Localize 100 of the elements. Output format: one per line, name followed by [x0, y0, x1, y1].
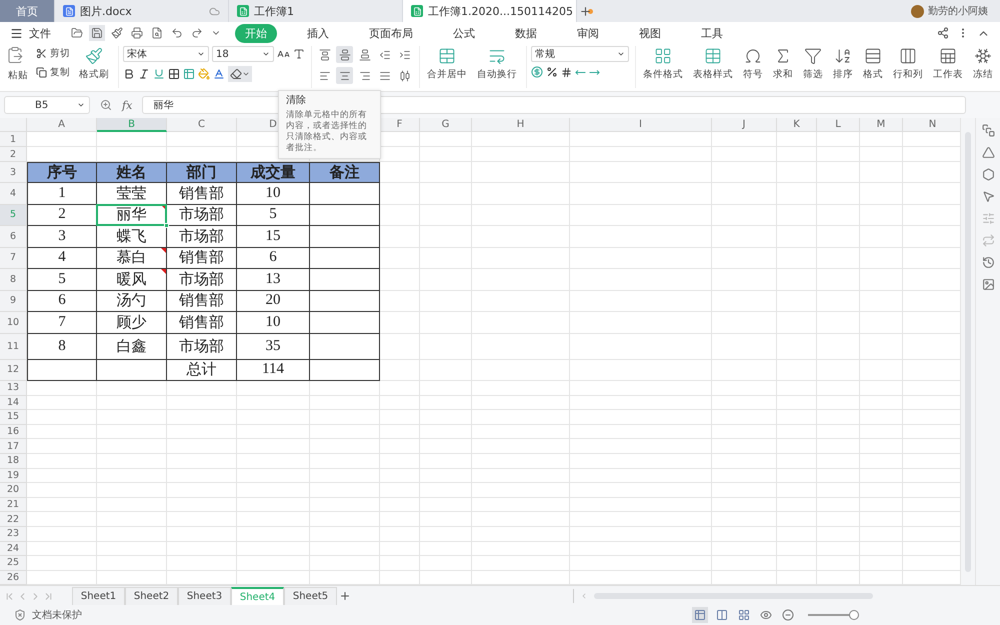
row-header[interactable]: 1 [0, 132, 27, 147]
row-header[interactable]: 25 [0, 556, 27, 571]
number-format-field[interactable]: 常规 [531, 46, 629, 62]
column-header[interactable]: M [860, 118, 903, 132]
ribbon-tab[interactable]: 公式 [443, 24, 485, 42]
table-cell: 5 [27, 269, 97, 290]
cut-button[interactable]: 剪切 [34, 46, 72, 61]
sheet-tab[interactable]: Sheet4 [231, 587, 284, 605]
table-cell: 暖风 [97, 269, 167, 290]
ribbon-tool-button[interactable]: 表格样式 [690, 46, 736, 82]
tooltip-title: 清除 [286, 95, 307, 107]
header-cell: 部门 [167, 162, 237, 183]
header-cell: 姓名 [97, 162, 167, 183]
ribbon-tab[interactable]: 开始 [235, 24, 277, 42]
ribbon-tool-button[interactable]: 符号 [740, 46, 766, 82]
column-header[interactable]: N [903, 118, 960, 132]
table-cell: 市场部 [167, 269, 237, 290]
ribbon-tab[interactable]: 工具 [691, 24, 733, 42]
document-tab[interactable]: 首页 [0, 0, 55, 22]
table-cell: 35 [237, 334, 310, 360]
table-cell: 10 [237, 312, 310, 334]
table-cell: 市场部 [167, 204, 237, 226]
row-header[interactable]: 18 [0, 454, 27, 469]
column-header[interactable]: I [570, 118, 712, 132]
ribbon-tool-button[interactable]: 筛选 [800, 46, 826, 82]
row-header[interactable]: 2 [0, 147, 27, 162]
row-header[interactable]: 5 [0, 204, 27, 226]
user-name[interactable]: 勤劳的小阿姨 [928, 4, 988, 18]
table-cell: 销售部 [167, 183, 237, 204]
paste-button[interactable]: 粘贴 [6, 68, 30, 83]
column-header[interactable]: F [380, 118, 420, 132]
row-header[interactable]: 15 [0, 410, 27, 425]
table-cell: 1 [27, 183, 97, 204]
row-header[interactable]: 13 [0, 381, 27, 396]
row-header[interactable]: 20 [0, 483, 27, 498]
protection-status: 文档未保护 [32, 608, 82, 622]
row-header[interactable]: 12 [0, 360, 27, 381]
table-cell: 市场部 [167, 226, 237, 248]
ribbon-tool-button[interactable]: 格式 [860, 46, 886, 82]
row-header[interactable]: 9 [0, 290, 27, 312]
column-header[interactable]: H [472, 118, 570, 132]
column-header[interactable]: K [777, 118, 817, 132]
ribbon-tool-button[interactable]: 工作表 [930, 46, 966, 82]
table-cell: 慕白 [97, 248, 167, 269]
column-header[interactable]: L [817, 118, 860, 132]
row-header[interactable]: 10 [0, 312, 27, 334]
ribbon-tool-button[interactable]: 排序 [830, 46, 856, 82]
table-cell: 蝶飞 [97, 226, 167, 248]
font-name-field[interactable]: 宋体 [123, 46, 209, 62]
format-painter-button[interactable]: 格式刷 [76, 46, 112, 82]
copy-button[interactable]: 复制 [34, 65, 72, 80]
sheet-tab[interactable]: Sheet5 [284, 587, 337, 605]
ribbon-tool-button[interactable]: 行和列 [890, 46, 926, 82]
sheet-tab[interactable]: Sheet2 [125, 587, 178, 605]
column-header[interactable]: C [167, 118, 237, 132]
column-header[interactable]: A [27, 118, 97, 132]
row-header[interactable]: 19 [0, 468, 27, 484]
ribbon-tab[interactable]: 视图 [629, 24, 671, 42]
row-header[interactable]: 11 [0, 334, 27, 360]
name-box[interactable]: B5 [4, 96, 90, 114]
wrap-text-button[interactable]: 自动换行 [474, 46, 520, 82]
ribbon-tool-button[interactable]: 条件格式 [640, 46, 686, 82]
column-header[interactable]: G [420, 118, 472, 132]
row-header[interactable]: 7 [0, 248, 27, 269]
table-cell: 6 [27, 290, 97, 312]
table-cell: 8 [27, 334, 97, 360]
row-header[interactable]: 16 [0, 424, 27, 440]
header-cell: 备注 [310, 162, 380, 183]
row-header[interactable]: 21 [0, 498, 27, 512]
table-cell: 5 [237, 204, 310, 226]
row-header[interactable]: 14 [0, 396, 27, 410]
font-size-field[interactable]: 18 [212, 46, 274, 62]
ribbon-tool-button[interactable]: 求和 [770, 46, 796, 82]
row-header[interactable]: 22 [0, 512, 27, 527]
row-header[interactable]: 3 [0, 162, 27, 183]
row-header[interactable]: 26 [0, 570, 27, 585]
function-button[interactable]: fx [122, 98, 132, 112]
table-cell: 销售部 [167, 290, 237, 312]
merge-center-button[interactable]: 合并居中 [424, 46, 470, 82]
row-header[interactable]: 24 [0, 542, 27, 556]
ribbon-tool-button[interactable]: 冻结 [970, 46, 996, 82]
ribbon-tab[interactable]: 页面布局 [359, 24, 423, 42]
ribbon-tab[interactable]: 数据 [505, 24, 547, 42]
table-cell: 销售部 [167, 312, 237, 334]
file-menu[interactable]: 文件 [8, 26, 53, 40]
row-header[interactable]: 23 [0, 526, 27, 542]
ribbon-tab[interactable]: 审阅 [567, 24, 609, 42]
table-cell: 13 [237, 269, 310, 290]
table-cell: 7 [27, 312, 97, 334]
table-cell: 销售部 [167, 248, 237, 269]
row-header[interactable]: 8 [0, 269, 27, 290]
column-header[interactable]: J [712, 118, 777, 132]
table-cell: 2 [27, 204, 97, 226]
row-header[interactable]: 6 [0, 226, 27, 248]
sheet-tab[interactable]: Sheet3 [178, 587, 231, 605]
sheet-tab[interactable]: Sheet1 [72, 587, 125, 605]
ribbon-tab[interactable]: 插入 [297, 24, 339, 42]
row-header[interactable]: 4 [0, 183, 27, 204]
table-cell: 白鑫 [97, 334, 167, 360]
row-header[interactable]: 17 [0, 439, 27, 454]
